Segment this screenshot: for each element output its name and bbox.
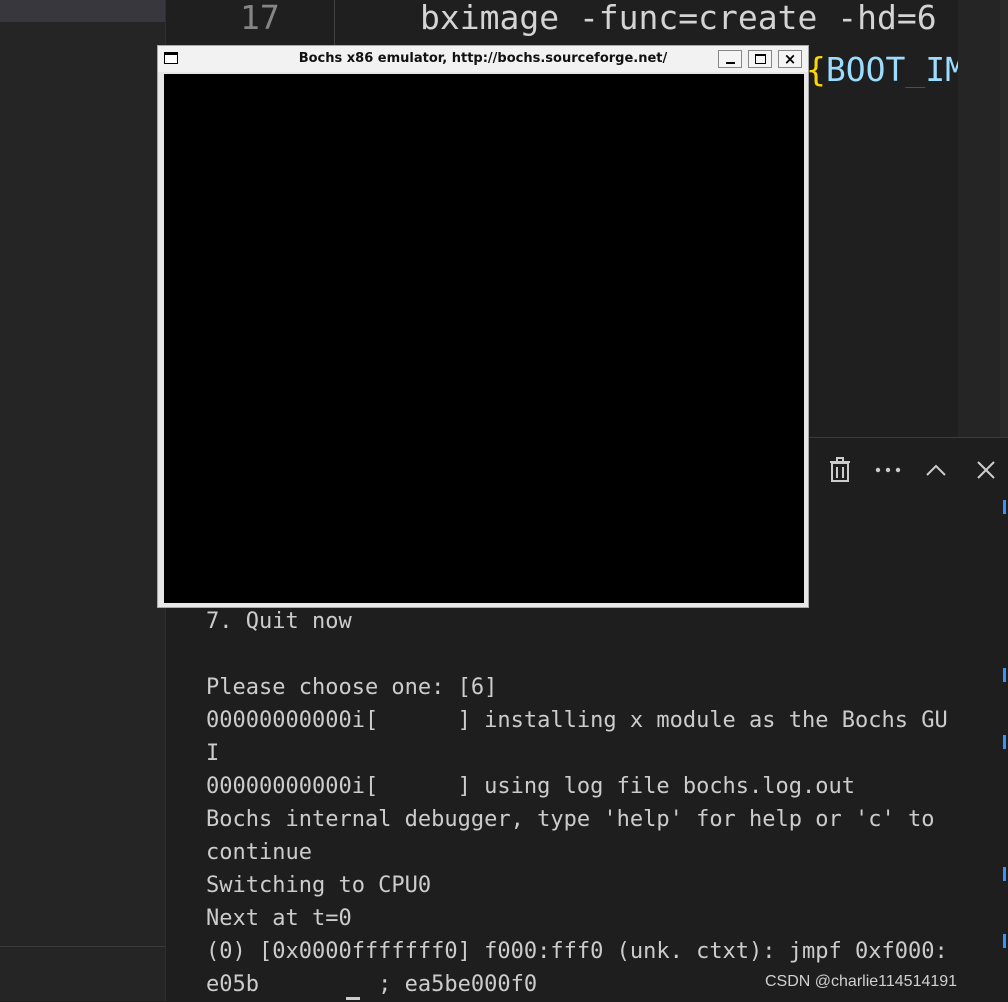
close-button[interactable]: × — [778, 50, 802, 68]
terminal-line: I — [206, 741, 220, 766]
more-icon[interactable] — [873, 455, 903, 485]
terminal-scroll-marker — [1003, 735, 1006, 749]
minimize-button[interactable] — [718, 50, 742, 68]
terminal-cursor — [346, 997, 360, 1000]
line-number: 17 — [240, 0, 280, 37]
bochs-title: Bochs x86 emulator, http://bochs.sourcef… — [298, 51, 668, 66]
terminal-scroll-marker — [1003, 500, 1006, 514]
close-icon[interactable] — [971, 455, 1001, 485]
terminal-line: Please choose one: [6] — [206, 675, 498, 700]
terminal-line: 00000000000i[ ] installing x module as t… — [206, 708, 948, 733]
trash-icon[interactable] — [825, 455, 855, 485]
terminal-scroll-marker — [1003, 934, 1006, 948]
terminal-scroll-marker — [1003, 867, 1006, 881]
window-menu-icon[interactable] — [164, 52, 178, 64]
terminal-line: 7. Quit now — [206, 609, 352, 634]
close-x-icon: × — [783, 50, 797, 68]
sidebar-selected-row[interactable] — [0, 0, 165, 22]
watermark: CSDN @charlie114514191 — [765, 973, 958, 990]
terminal-line: Next at t=0 — [206, 906, 352, 931]
maximize-button[interactable] — [748, 50, 772, 68]
terminal-line: 00000000000i[ ] using log file bochs.log… — [206, 774, 856, 799]
minimap[interactable] — [958, 0, 1000, 437]
terminal-line: Bochs internal debugger, type 'help' for… — [206, 807, 935, 832]
sidebar-divider — [0, 946, 165, 947]
bochs-titlebar[interactable]: Bochs x86 emulator, http://bochs.sourcef… — [158, 46, 808, 72]
sidebar — [0, 0, 166, 1001]
terminal-line: Switching to CPU0 — [206, 873, 432, 898]
code-line[interactable]: bximage -func=create -hd=6 — [420, 0, 958, 36]
code-line-partial[interactable]: {BOOT_IM — [806, 52, 958, 88]
terminal-line: continue — [206, 840, 312, 865]
terminal-output[interactable]: 7. Quit now Please choose one: [6] 00000… — [206, 605, 996, 1001]
bochs-window[interactable]: Bochs x86 emulator, http://bochs.sourcef… — [157, 45, 809, 608]
terminal-line: (0) [0x0000fffffff0] f000:fff0 (unk. ctx… — [206, 939, 948, 964]
emulator-screen[interactable] — [164, 74, 804, 603]
editor-scrollbar[interactable] — [1000, 0, 1008, 437]
minimize-icon — [726, 62, 735, 64]
variable-token: BOOT_IM — [825, 52, 958, 88]
chevron-up-icon[interactable] — [921, 455, 951, 485]
maximize-icon — [755, 54, 766, 64]
terminal-scroll-marker — [1003, 668, 1006, 682]
